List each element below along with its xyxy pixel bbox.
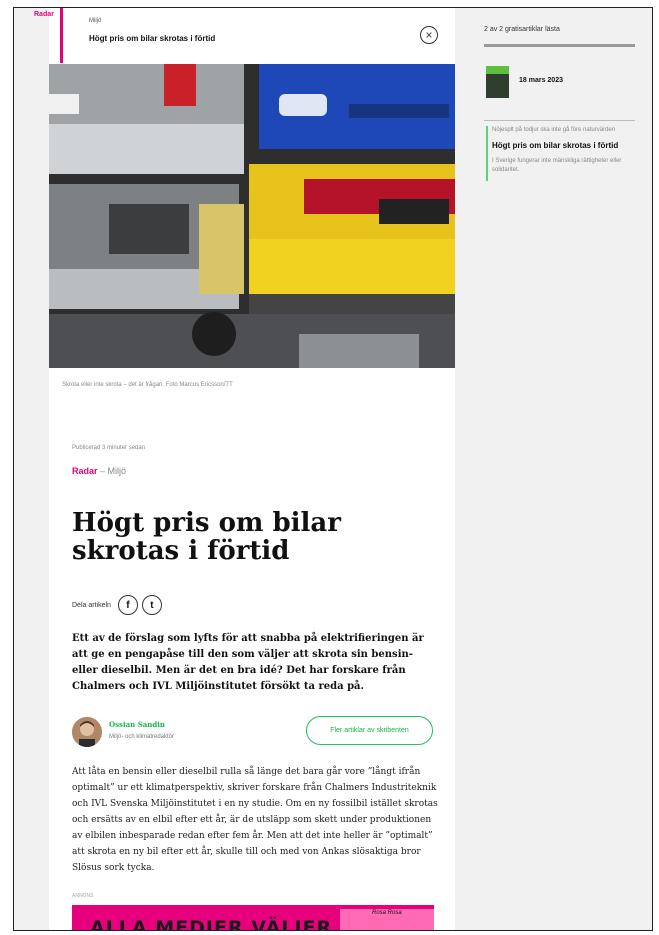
free-article-counter: 2 av 2 gratisartiklar lästa [484, 26, 560, 33]
sidebar-item[interactable]: Nöjesplt på todjur ska inte gå före natu… [492, 126, 636, 135]
counter-progress-bar [484, 44, 635, 47]
share-label: Dela artikeln [72, 601, 111, 609]
ad-headline: ALLA MEDIER VÄLJER [90, 917, 333, 931]
accent-bar [60, 8, 63, 63]
facebook-icon[interactable]: f [117, 595, 138, 615]
published-time: Publicerad 3 minuter sedan [72, 445, 146, 451]
author-portrait-icon [72, 717, 102, 747]
sidebar-item[interactable]: I Sverige fungerar inte mänskliga rättig… [492, 157, 636, 175]
article-body: Att låta en bensin eller dieselbil rulla… [72, 767, 438, 873]
article-lead: Ett av de förslag som lyfts för att snab… [72, 633, 424, 692]
sidebar-thumbnail[interactable] [486, 66, 509, 98]
kicker-section[interactable]: Radar [72, 466, 98, 476]
header-title: Högt pris om bilar skrotas i förtid [89, 34, 216, 43]
image-caption: Skrota eller inte skrota – det är frågan… [62, 382, 233, 388]
more-articles-button[interactable]: Fler artiklar av skribenten [306, 716, 433, 745]
author-name[interactable]: Ossian Sandin [109, 720, 165, 729]
ad-label: ANNONS [72, 893, 94, 899]
sidebar-item-active[interactable]: Högt pris om bilar skrotas i förtid [492, 141, 636, 151]
author-role: Miljö- och klimatredaktör [109, 734, 175, 740]
hero-cars-illustration [49, 64, 455, 368]
author-avatar[interactable] [72, 717, 102, 747]
sidebar-divider [484, 120, 635, 121]
article-kicker: Radar – Miljö [72, 466, 126, 476]
article-title: Högt pris om bilar skrotas i förtid [72, 508, 341, 566]
sidebar-date: 18 mars 2023 [519, 77, 563, 84]
sidebar-article-list: Nöjesplt på todjur ska inte gå före natu… [486, 126, 636, 181]
header-category: Miljö [89, 18, 102, 24]
page-frame: Radar Miljö Högt pris om bilar skrotas i… [13, 7, 653, 931]
close-button[interactable]: × [420, 26, 438, 44]
kicker-separator: – [97, 466, 108, 476]
kicker-category[interactable]: Miljö [108, 466, 127, 476]
share-bar: Dela artikeln f t [72, 595, 162, 615]
hero-image [49, 64, 455, 368]
section-tag[interactable]: Radar [34, 11, 54, 18]
ad-script-text: Rosa Rosa [372, 910, 402, 916]
twitter-icon[interactable]: t [141, 595, 162, 615]
ad-banner[interactable]: ALLA MEDIER VÄLJER Rosa Rosa [72, 905, 434, 931]
close-icon: × [425, 28, 433, 42]
